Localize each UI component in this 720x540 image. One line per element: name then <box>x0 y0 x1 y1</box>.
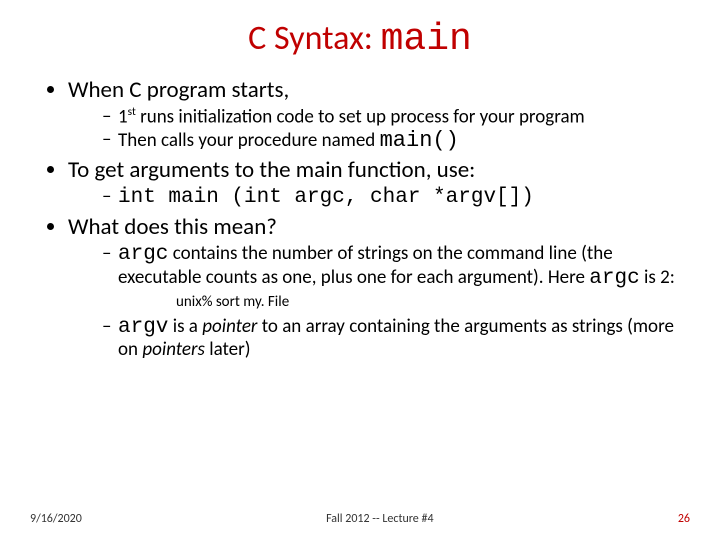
footer-center: Fall 2012 -- Lecture #4 <box>326 512 433 526</box>
b1-1-b: runs initialization code to set up proce… <box>136 105 585 128</box>
footer-page: 26 <box>678 512 690 526</box>
bullet-3-sublist-2: argv is a pointer to an array containing… <box>68 316 690 361</box>
b2-1-mono: int main (int argc, char *argv[]) <box>118 186 534 209</box>
bullet-2: To get arguments to the main function, u… <box>68 157 690 210</box>
b3-2-b: is a <box>168 315 202 338</box>
bullet-2-text: To get arguments to the main function, u… <box>68 156 475 184</box>
title-prefix: C Syntax: <box>248 18 380 59</box>
bullet-3-2: argv is a pointer to an array containing… <box>102 316 690 361</box>
bullet-1-sublist: 1st runs initialization code to set up p… <box>68 106 690 153</box>
code-line: unix% sort my. File <box>176 294 690 312</box>
b1-2-a: Then calls your procedure named <box>118 129 380 152</box>
bullet-3-1: argc contains the number of strings on t… <box>102 243 690 290</box>
footer-date: 9/16/2020 <box>30 512 82 526</box>
b1-1-a: 1 <box>118 105 128 128</box>
slide-title: C Syntax: main <box>30 18 690 61</box>
bullet-3-sublist: argc contains the number of strings on t… <box>68 243 690 290</box>
b3-2-c: pointer <box>202 315 257 338</box>
bullet-1-text: When C program starts, <box>68 76 289 104</box>
b3-2-e: pointers <box>142 338 205 361</box>
b3-1-a: argc <box>118 243 168 266</box>
b1-1-sup: st <box>128 105 136 119</box>
footer: 9/16/2020 Fall 2012 -- Lecture #4 26 <box>30 512 690 526</box>
bullet-1-1: 1st runs initialization code to set up p… <box>102 106 690 128</box>
b3-1-d: is 2: <box>640 266 675 289</box>
b3-2-a: argv <box>118 316 168 339</box>
bullet-list: When C program starts, 1st runs initiali… <box>30 77 690 361</box>
bullet-3-text: What does this mean? <box>68 213 277 241</box>
title-mono: main <box>381 18 472 61</box>
slide: C Syntax: main When C program starts, 1s… <box>0 0 720 540</box>
b1-2-mono: main() <box>380 128 459 153</box>
b3-1-b: contains the number of strings on the co… <box>118 242 613 289</box>
b3-2-f: later) <box>205 338 251 361</box>
bullet-1: When C program starts, 1st runs initiali… <box>68 77 690 153</box>
b3-1-c: argc <box>589 267 639 290</box>
bullet-3: What does this mean? argc contains the n… <box>68 214 690 361</box>
bullet-2-sublist: int main (int argc, char *argv[]) <box>68 186 690 210</box>
bullet-2-1: int main (int argc, char *argv[]) <box>102 186 690 210</box>
bullet-1-2: Then calls your procedure named main() <box>102 129 690 154</box>
